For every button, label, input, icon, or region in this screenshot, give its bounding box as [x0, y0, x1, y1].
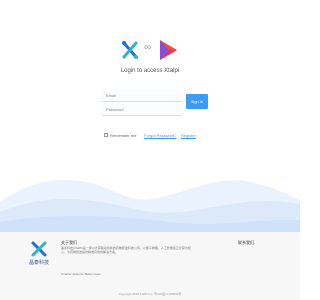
remember-checkbox[interactable] — [104, 133, 108, 137]
password-field[interactable]: Password — [102, 103, 182, 116]
footer: 晶泰科技 关于我们 晶泰科技(XtalPi)是一家以计算驱动创新的药物研发科技公… — [0, 232, 300, 300]
copyright: Copyright 2018 XtalPi Inc. 粤ICP备17109653… — [118, 292, 182, 296]
about-text: 晶泰科技(XtalPi)是一家以计算驱动创新的药物研发科技公司，以量子物理、人工… — [61, 246, 191, 254]
header-logos: ∞ — [0, 38, 300, 62]
forgot-password-link[interactable]: Forgot Password? — [144, 133, 176, 138]
brand-name: 晶泰科技 — [28, 260, 49, 266]
xtalpi-x-icon — [122, 41, 138, 59]
decorative-waves — [0, 179, 300, 232]
page-subtitle: Login to access Xtalpi — [120, 68, 180, 74]
register-link[interactable]: Register — [181, 133, 196, 138]
xtalpi-x-icon — [31, 241, 47, 257]
contact-title: 联系我们 — [238, 240, 254, 245]
remember-label: Remember me — [110, 133, 137, 138]
slogan: Smarter Science, Better Lives — [61, 272, 101, 276]
sign-in-button[interactable]: Sign In — [186, 94, 208, 109]
play-logo-icon — [160, 40, 177, 60]
link-icon: ∞ — [144, 42, 152, 53]
login-options: Remember me Forgot Password? Register — [0, 131, 300, 139]
footer-brand: 晶泰科技 — [27, 240, 51, 266]
email-field[interactable]: Email — [102, 89, 182, 102]
